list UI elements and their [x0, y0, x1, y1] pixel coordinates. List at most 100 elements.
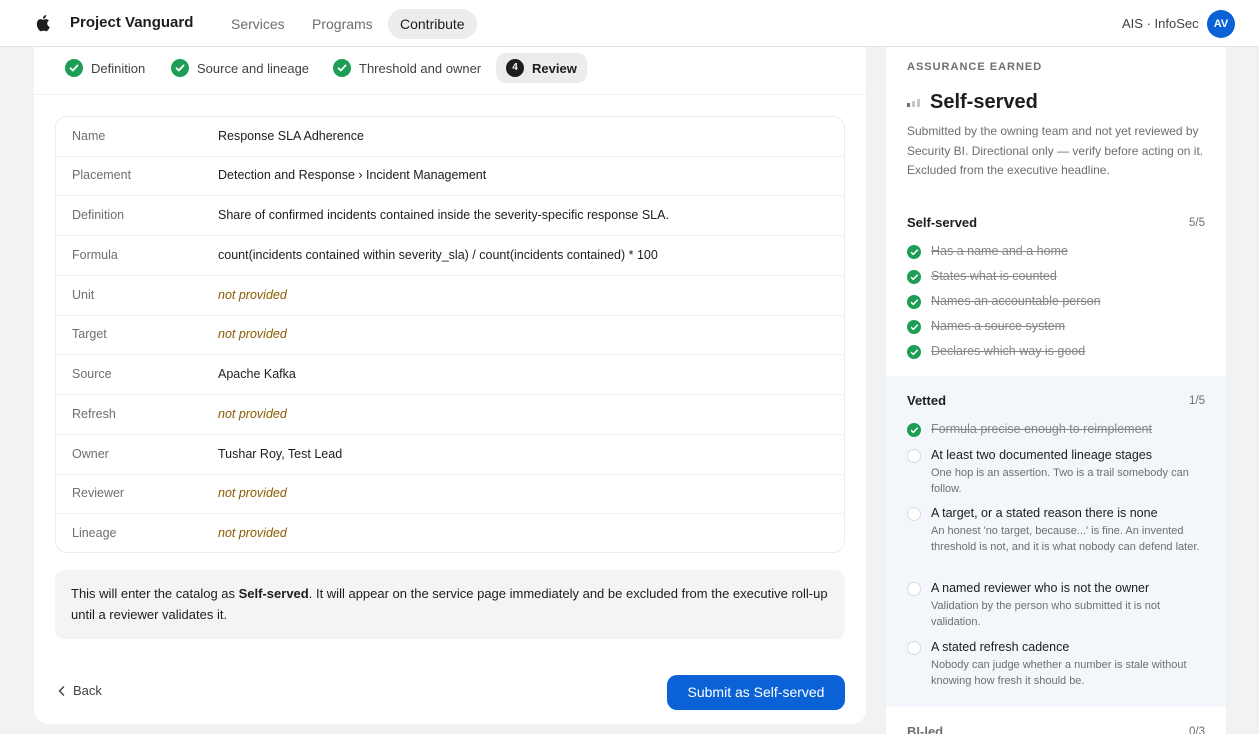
- row-value: Tushar Roy, Test Lead: [218, 447, 343, 461]
- row-value-missing: not provided: [218, 526, 287, 540]
- section-count: 0/3: [1189, 726, 1205, 734]
- section-title: BI-led: [907, 724, 944, 734]
- nav-link-programs[interactable]: Programs: [300, 9, 385, 39]
- back-button[interactable]: Back: [58, 683, 102, 698]
- row-value: count(incidents contained within severit…: [218, 248, 658, 262]
- criteria-label: States what is counted: [931, 269, 1057, 283]
- submit-button[interactable]: Submit as Self-served: [667, 675, 845, 710]
- section-title: Vetted: [907, 393, 947, 408]
- catalog-notice: This will enter the catalog as Self-serv…: [55, 570, 845, 639]
- step-source-lineage[interactable]: Source and lineage: [171, 53, 309, 83]
- row-key: Owner: [72, 447, 109, 461]
- criteria-label: A stated refresh cadence: [931, 640, 1070, 654]
- step-review[interactable]: 4 Review: [496, 53, 587, 83]
- table-row: Target not provided: [56, 315, 844, 355]
- row-key: Definition: [72, 208, 125, 222]
- check-icon: [65, 59, 83, 77]
- empty-circle-icon: [907, 507, 921, 521]
- check-icon: [907, 295, 921, 309]
- section-vetted: Vetted 1/5 Formula precise enough to rei…: [886, 376, 1226, 707]
- row-key: Unit: [72, 288, 95, 302]
- row-key: Lineage: [72, 526, 117, 540]
- row-key: Target: [72, 327, 107, 341]
- check-icon: [907, 270, 921, 284]
- row-value-missing: not provided: [218, 327, 287, 341]
- check-icon: [171, 59, 189, 77]
- criteria-hint: An honest 'no target, because...' is fin…: [931, 525, 1200, 553]
- table-row: Owner Tushar Roy, Test Lead: [56, 435, 844, 475]
- step-definition[interactable]: Definition: [65, 53, 145, 83]
- row-value-missing: not provided: [218, 288, 287, 302]
- section-self-served: Self-served 5/5 Has a name and a home St…: [886, 207, 1226, 376]
- row-key: Name: [72, 129, 106, 143]
- table-row: Formula count(incidents contained within …: [56, 236, 844, 276]
- step-label: Definition: [91, 60, 146, 76]
- criteria-hint: Nobody can judge whether a number is sta…: [931, 659, 1187, 687]
- step-threshold-owner[interactable]: Threshold and owner: [333, 53, 481, 83]
- nav-link-services[interactable]: Services: [219, 9, 297, 39]
- section-title: Self-served: [907, 215, 978, 230]
- empty-circle-icon: [907, 641, 921, 655]
- table-row: Lineage not provided: [56, 514, 844, 552]
- org-label: AIS · InfoSec: [1122, 16, 1199, 31]
- assurance-eyebrow: ASSURANCE EARNED: [907, 61, 1043, 73]
- empty-circle-icon: [907, 449, 921, 463]
- table-row: Unit not provided: [56, 276, 844, 316]
- criteria-label: At least two documented lineage stages: [931, 448, 1152, 462]
- stepper: Definition Source and lineage Threshold …: [34, 47, 866, 95]
- criteria-label: Has a name and a home: [931, 244, 1068, 258]
- check-icon: [907, 245, 921, 259]
- table-row: Definition Share of confirmed incidents c…: [56, 196, 844, 236]
- table-row: Name Response SLA Adherence: [56, 117, 844, 157]
- criteria-label: Names a source system: [931, 319, 1066, 333]
- notice-level: Self-served: [238, 586, 309, 601]
- row-key: Reviewer: [72, 486, 125, 500]
- back-label: Back: [73, 683, 102, 698]
- check-icon: [907, 345, 921, 359]
- assurance-panel: ASSURANCE EARNED Self-served Submitted b…: [886, 47, 1226, 734]
- row-value: Apache Kafka: [218, 367, 296, 381]
- step-label: Threshold and owner: [359, 60, 482, 76]
- row-value-missing: not provided: [218, 486, 287, 500]
- empty-circle-icon: [907, 582, 921, 596]
- criteria-label: A target, or a stated reason there is no…: [931, 506, 1158, 520]
- nav-link-contribute[interactable]: Contribute: [388, 9, 477, 39]
- chevron-left-icon: [58, 685, 65, 696]
- criteria-hint: One hop is an assertion. Two is a trail …: [931, 467, 1189, 495]
- brand-name[interactable]: Project Vanguard: [70, 14, 193, 31]
- table-row: Placement Detection and Response › Incide…: [56, 156, 844, 196]
- section-count: 5/5: [1189, 217, 1205, 229]
- step-label: Review: [532, 60, 577, 76]
- avatar[interactable]: AV: [1207, 10, 1235, 38]
- assurance-level: Self-served: [930, 91, 1038, 113]
- criteria-hint: Validation by the person who submitted i…: [931, 600, 1161, 628]
- row-value-missing: not provided: [218, 407, 287, 421]
- check-icon: [333, 59, 351, 77]
- step-label: Source and lineage: [197, 60, 310, 76]
- table-row: Source Apache Kafka: [56, 355, 844, 395]
- row-key: Placement: [72, 168, 132, 182]
- section-bi-led: BI-led 0/3: [886, 707, 1226, 734]
- signal-level-icon: [907, 99, 920, 107]
- criteria-label: Formula precise enough to reimplement: [931, 422, 1152, 436]
- row-key: Formula: [72, 248, 118, 262]
- table-row: Reviewer not provided: [56, 474, 844, 514]
- criteria-label: Declares which way is good: [931, 344, 1086, 358]
- check-icon: [907, 423, 921, 437]
- step-number: 4: [506, 59, 524, 77]
- assurance-description: Submitted by the owning team and not yet…: [907, 124, 1204, 177]
- row-key: Source: [72, 367, 112, 381]
- row-key: Refresh: [72, 407, 116, 421]
- apple-logo-icon[interactable]: [34, 14, 50, 32]
- table-row: Refresh not provided: [56, 395, 844, 435]
- notice-prefix: This will enter the catalog as: [71, 586, 239, 601]
- row-value: Share of confirmed incidents contained i…: [218, 208, 669, 222]
- top-nav: Project Vanguard Services Programs Contr…: [0, 0, 1259, 47]
- criteria-label: Names an accountable person: [931, 294, 1101, 308]
- section-count: 1/5: [1189, 395, 1205, 407]
- review-card: Definition Source and lineage Threshold …: [34, 47, 866, 724]
- check-icon: [907, 320, 921, 334]
- row-value: Detection and Response › Incident Manage…: [218, 168, 487, 182]
- criteria-label: A named reviewer who is not the owner: [931, 581, 1150, 595]
- review-table: Name Response SLA Adherence Placement Dete…: [55, 116, 845, 553]
